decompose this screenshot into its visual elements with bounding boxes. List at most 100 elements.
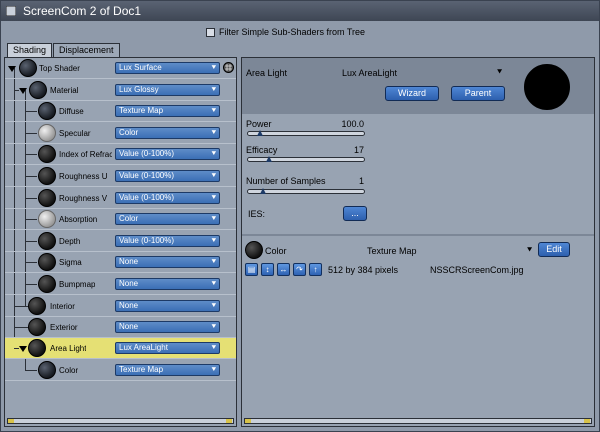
filter-row[interactable]: Filter Simple Sub-Shaders from Tree: [206, 25, 365, 39]
dropdown-value: Lux AreaLight: [119, 343, 168, 352]
shader-ball-icon: [19, 59, 37, 77]
tab-displacement[interactable]: Displacement: [53, 43, 120, 57]
chevron-down-icon: ⯆: [210, 365, 217, 374]
wizard-button[interactable]: Wizard: [385, 86, 439, 101]
tree-horizontal-scrollbar[interactable]: [7, 418, 234, 424]
shader-type-dropdown[interactable]: Lux Surface ⯆: [115, 62, 220, 74]
scroll-right-handle[interactable]: [584, 419, 590, 423]
efficacy-slider[interactable]: [247, 156, 365, 162]
tree-row-color[interactable]: Color Texture Map ⯆: [5, 360, 236, 381]
shader-type-dropdown[interactable]: Texture Map ⯆: [115, 364, 220, 376]
tree-row-label: Roughness U: [59, 172, 108, 181]
chevron-down-icon[interactable]: ⯆: [526, 245, 533, 256]
arrow-up-icon[interactable]: ↑: [309, 263, 322, 276]
power-label: Power: [246, 119, 272, 129]
parent-button[interactable]: Parent: [451, 86, 505, 101]
tree-row-depth[interactable]: Depth Value (0-100%) ⯆: [5, 231, 236, 252]
tree-row-specular[interactable]: Specular Color ⯆: [5, 123, 236, 144]
shader-type-dropdown[interactable]: None ⯆: [115, 278, 220, 290]
tree-row-absorption[interactable]: Absorption Color ⯆: [5, 209, 236, 230]
samples-slider[interactable]: [247, 188, 365, 194]
tree-row-label: Interior: [50, 302, 75, 311]
tab-shading[interactable]: Shading: [7, 43, 53, 57]
power-slider[interactable]: [247, 130, 365, 136]
shader-type-dropdown[interactable]: Color ⯆: [115, 213, 220, 225]
tree-line: [25, 176, 37, 177]
shader-type-dropdown[interactable]: Value (0-100%) ⯆: [115, 148, 220, 160]
shader-ball-icon: [38, 189, 56, 207]
samples-slider-knob[interactable]: [260, 188, 267, 194]
ies-browse-button[interactable]: ...: [343, 206, 367, 221]
tree-row-roughness-v[interactable]: Roughness V Value (0-100%) ⯆: [5, 188, 236, 209]
tree-row-label: Diffuse: [59, 107, 84, 116]
scroll-left-handle[interactable]: [8, 419, 14, 423]
flip-vertical-icon[interactable]: ↕: [261, 263, 274, 276]
shader-preview-ball: [524, 64, 570, 110]
scroll-right-handle[interactable]: [226, 419, 232, 423]
title-bar[interactable]: ScreenCom 2 of Doc1: [1, 1, 599, 21]
texture-filename: NSSCRScreenCom.jpg: [430, 265, 524, 275]
shader-type-dropdown[interactable]: None ⯆: [115, 256, 220, 268]
scroll-left-handle[interactable]: [245, 419, 251, 423]
tree-row-diffuse[interactable]: Diffuse Texture Map ⯆: [5, 101, 236, 122]
shader-type-dropdown[interactable]: Lux Glossy ⯆: [115, 84, 220, 96]
tree-row-sigma[interactable]: Sigma None ⯆: [5, 252, 236, 273]
edit-button[interactable]: Edit: [538, 242, 570, 257]
tree-line: [14, 327, 28, 328]
shader-type-dropdown[interactable]: Value (0-100%) ⯆: [115, 170, 220, 182]
shader-type-dropdown[interactable]: Value (0-100%) ⯆: [115, 235, 220, 247]
tree-row-label: Roughness V: [59, 194, 108, 203]
texture-size: 512 by 384 pixels: [328, 265, 399, 275]
tree-row-roughness-u[interactable]: Roughness U Value (0-100%) ⯆: [5, 166, 236, 187]
chevron-down-icon: ⯆: [210, 193, 217, 202]
tree-row-interior[interactable]: Interior None ⯆: [5, 296, 236, 317]
tree-row-bumpmap[interactable]: Bumpmap None ⯆: [5, 274, 236, 295]
chevron-down-icon: ⯆: [210, 85, 217, 94]
shader-window: ScreenCom 2 of Doc1 Filter Simple Sub-Sh…: [0, 0, 600, 432]
efficacy-slider-knob[interactable]: [266, 156, 273, 162]
chevron-down-icon: ⯆: [210, 214, 217, 223]
power-slider-knob[interactable]: [256, 130, 263, 136]
filter-checkbox[interactable]: [206, 27, 215, 37]
panel-shader-type: Lux AreaLight: [342, 68, 398, 78]
expand-triangle-icon[interactable]: [19, 88, 27, 94]
tree-row-area-light[interactable]: Area Light Lux AreaLight ⯆: [5, 338, 236, 359]
tree-row-label: Absorption: [59, 215, 98, 224]
shader-type-dropdown[interactable]: None ⯆: [115, 300, 220, 312]
tree-row-material[interactable]: Material Lux Glossy ⯆: [5, 80, 236, 101]
tree-row-label: Color: [59, 366, 79, 375]
panel-horizontal-scrollbar[interactable]: [244, 418, 592, 424]
tree-row-exterior[interactable]: Exterior None ⯆: [5, 317, 236, 338]
grid-icon[interactable]: [223, 62, 234, 73]
tree-line: [25, 133, 37, 134]
expand-triangle-icon[interactable]: [19, 346, 27, 352]
shader-ball-icon: [28, 318, 46, 336]
open-folder-icon[interactable]: ▤: [245, 263, 258, 276]
window-menu-icon[interactable]: [6, 6, 16, 16]
tree-row-top-shader[interactable]: Top Shader Lux Surface ⯆: [5, 58, 236, 79]
shader-ball-icon: [38, 275, 56, 293]
tree-row-label: Top Shader: [39, 64, 80, 73]
shader-ball-icon: [38, 253, 56, 271]
tree-row-index-of-refraction[interactable]: Index of Refraction Value (0-100%) ⯆: [5, 144, 236, 165]
shader-ball-icon: [38, 145, 56, 163]
shader-tree: Top Shader Lux Surface ⯆ Material Lux Glo…: [4, 57, 237, 427]
efficacy-label: Efficacy: [246, 145, 278, 155]
tree-row-label: Index of Refraction: [59, 150, 112, 159]
shader-type-dropdown[interactable]: Color ⯆: [115, 127, 220, 139]
shader-type-dropdown[interactable]: Texture Map ⯆: [115, 105, 220, 117]
shader-type-dropdown[interactable]: Lux AreaLight ⯆: [115, 342, 220, 354]
shader-ball-icon: [38, 361, 56, 379]
chevron-down-icon[interactable]: ⯆: [496, 67, 503, 78]
expand-triangle-icon[interactable]: [8, 66, 16, 72]
shader-type-dropdown[interactable]: None ⯆: [115, 321, 220, 333]
rotate-icon[interactable]: ↷: [293, 263, 306, 276]
shader-ball-icon: [38, 232, 56, 250]
shader-ball-icon: [29, 81, 47, 99]
chevron-down-icon: ⯆: [210, 257, 217, 266]
filter-label: Filter Simple Sub-Shaders from Tree: [219, 27, 366, 37]
flip-horizontal-icon[interactable]: ↔: [277, 263, 290, 276]
shader-type-dropdown[interactable]: Value (0-100%) ⯆: [115, 192, 220, 204]
tree-row-label: Exterior: [50, 323, 78, 332]
tree-line: [25, 370, 37, 371]
